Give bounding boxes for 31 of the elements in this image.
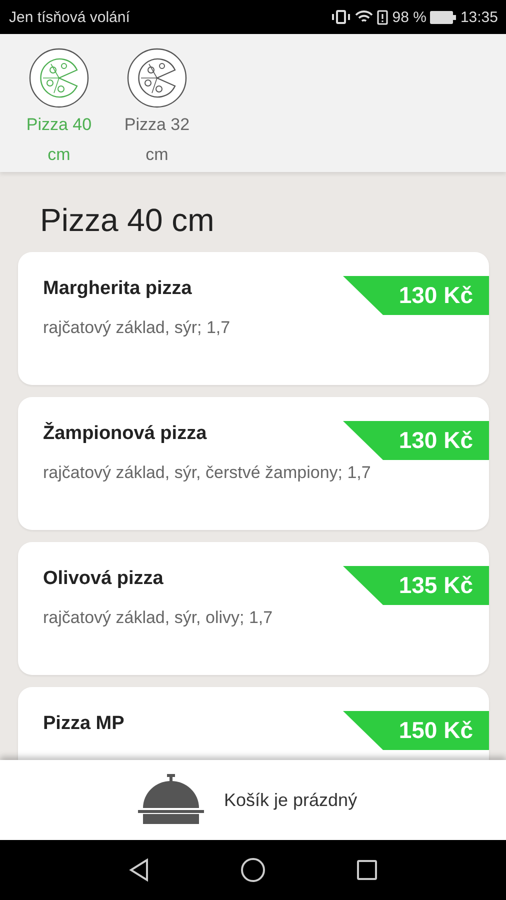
- item-description: rajčatový základ, sýr, čerstvé žampiony; 1,7: [43, 463, 372, 483]
- pizza-icon: [127, 48, 187, 108]
- battery-saver-icon: [377, 10, 388, 24]
- status-text: Jen tísňová volání: [9, 8, 130, 26]
- price-tag: 150 Kč: [343, 711, 489, 750]
- clock: 13:35: [460, 8, 498, 26]
- item-name: Margherita pizza: [43, 278, 192, 300]
- item-description: rajčatový základ, sýr; 1,7: [43, 318, 232, 338]
- menu-item-card[interactable]: Pizza MP 150 Kč: [18, 687, 489, 760]
- battery-percent: 98 %: [392, 8, 426, 26]
- pizza-icon: [29, 48, 89, 108]
- wifi-icon: [355, 10, 374, 24]
- cart-status: Košík je prázdný: [224, 790, 358, 810]
- item-name: Pizza MP: [43, 713, 124, 735]
- price-tag: 130 Kč: [343, 421, 489, 460]
- back-icon[interactable]: [128, 858, 150, 882]
- price-tag: 130 Kč: [343, 276, 489, 315]
- menu-item-card[interactable]: Olivová pizza 135 Kč rajčatový základ, sýr, olivy; 1,7: [18, 542, 489, 675]
- menu-item-card[interactable]: Žampionová pizza 130 Kč rajčatový základ, sýr, čerstvé žampiony; 1,7: [18, 397, 489, 530]
- cloche-icon: [138, 774, 204, 826]
- home-icon[interactable]: [240, 857, 266, 883]
- category-tab[interactable]: Pizza 32 cm: [111, 48, 203, 170]
- item-name: Žampionová pizza: [43, 423, 207, 445]
- price-tag: 135 Kč: [343, 566, 489, 605]
- vibrate-icon: [331, 10, 352, 24]
- item-description: rajčatový základ, sýr, olivy; 1,7: [43, 608, 274, 628]
- menu-item-card[interactable]: Margherita pizza 130 Kč rajčatový základ, sýr; 1,7: [18, 252, 489, 385]
- battery-icon: [430, 10, 456, 24]
- item-name: Olivová pizza: [43, 568, 164, 590]
- section-title: Pizza 40 cm: [40, 202, 216, 239]
- recents-icon[interactable]: [356, 859, 378, 881]
